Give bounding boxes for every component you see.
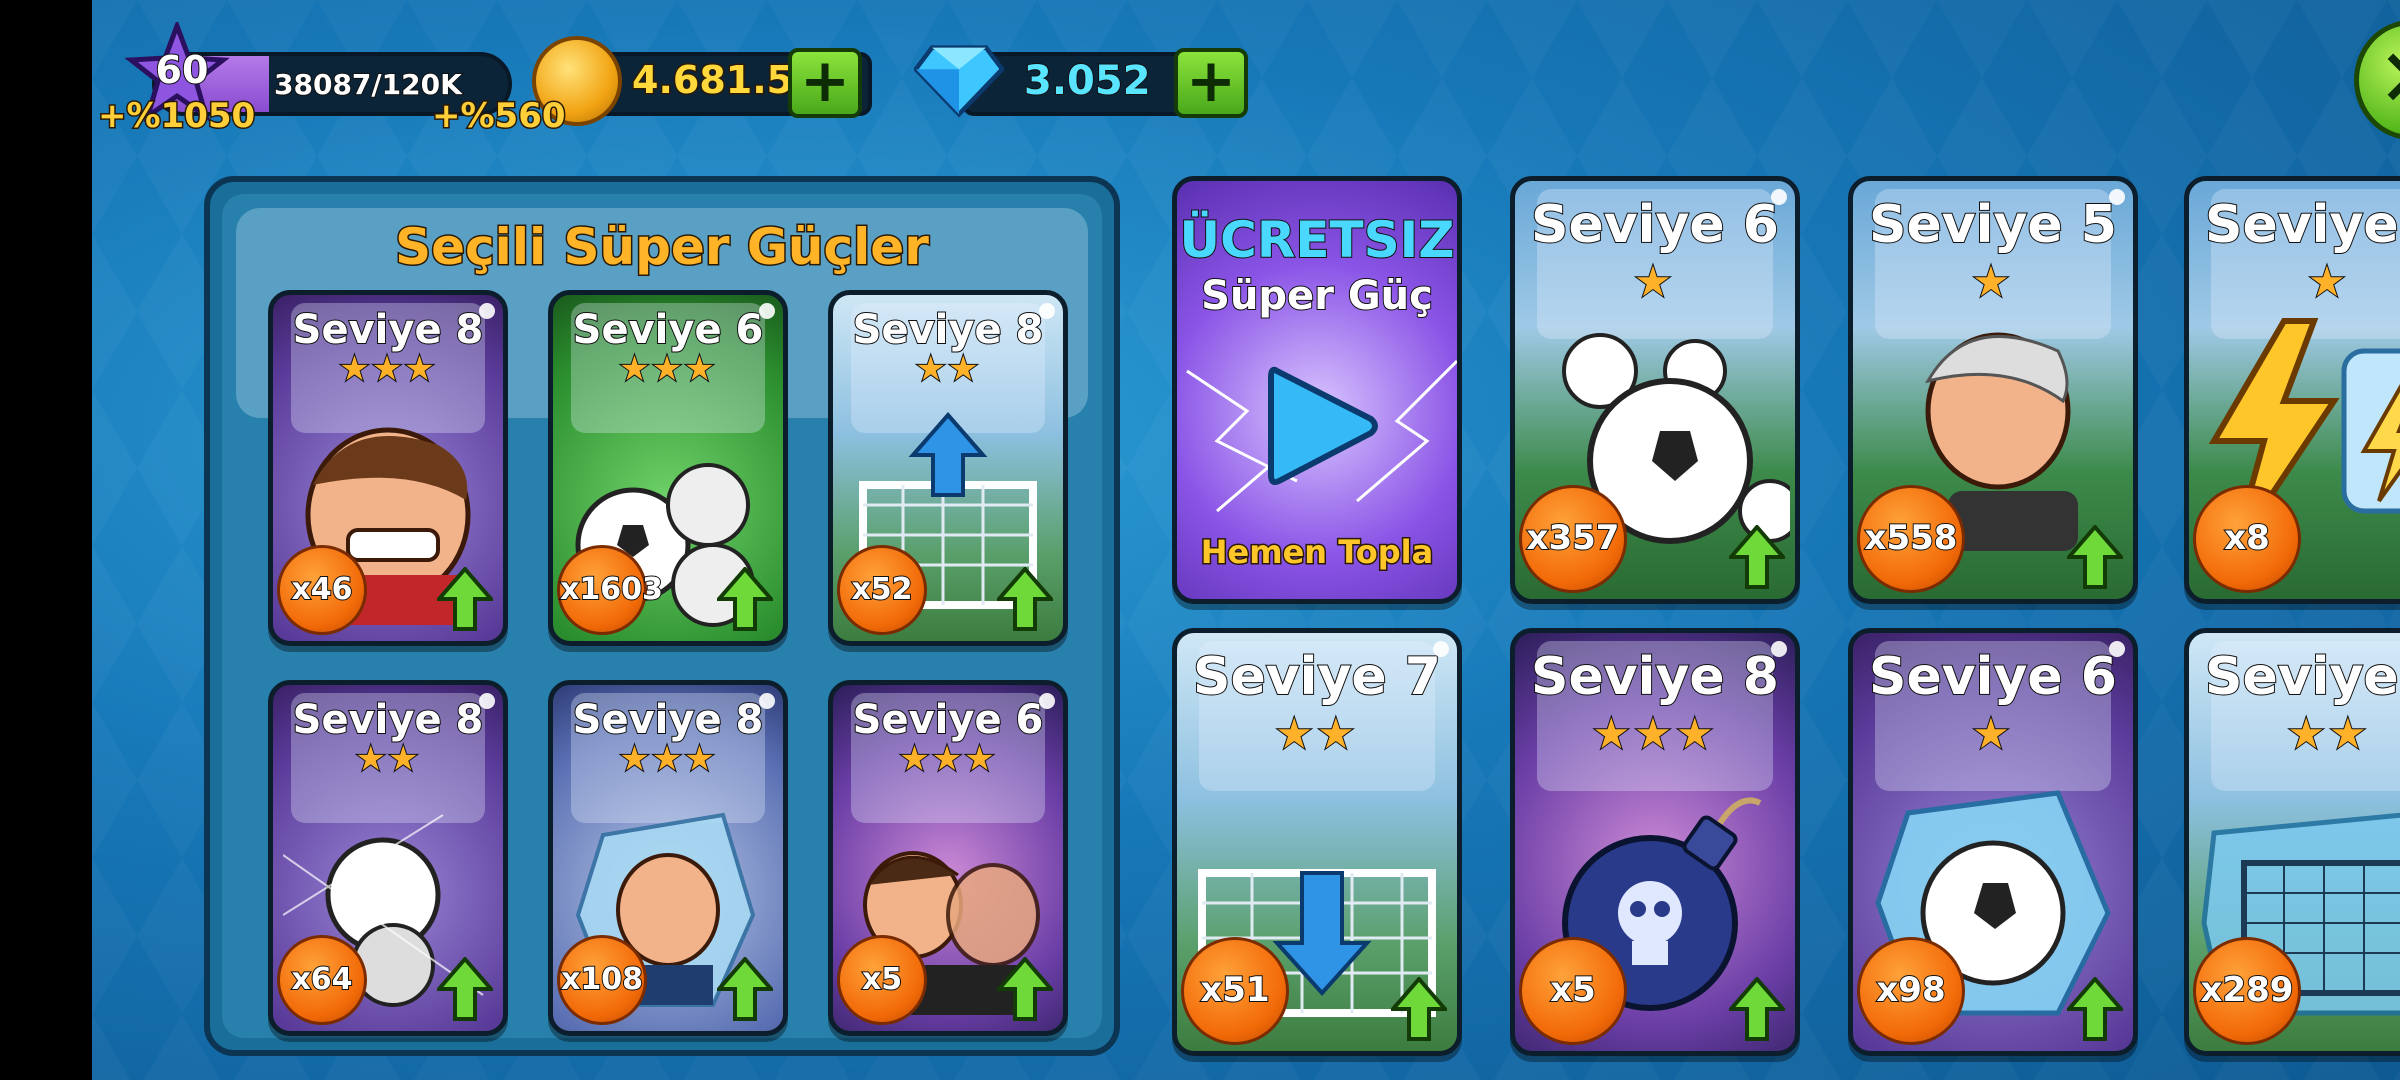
card-count: x98 (1857, 937, 1965, 1045)
power-card[interactable]: Seviye 8 ★ x8 (2184, 176, 2400, 604)
card-corner-dot (2109, 189, 2125, 205)
card-stars: ★★★ (618, 738, 717, 780)
selected-power-card[interactable]: Seviye 6 ★★★ x1603 (548, 290, 788, 646)
card-stars: ★★★ (1592, 708, 1718, 759)
card-count: x558 (1857, 485, 1965, 593)
upgrade-arrow-icon[interactable] (1729, 977, 1785, 1041)
upgrade-arrow-icon[interactable] (717, 957, 773, 1021)
card-stars: ★ (2307, 256, 2350, 307)
card-stars: ★★ (355, 738, 421, 780)
card-count: x357 (1519, 485, 1627, 593)
card-corner-dot (1771, 189, 1787, 205)
upgrade-arrow-icon[interactable] (997, 957, 1053, 1021)
upgrade-arrow-icon[interactable] (1391, 977, 1447, 1041)
free-title: ÜCRETSIZ (1179, 210, 1456, 270)
player-level: 60 (155, 47, 210, 93)
selected-power-card[interactable]: Seviye 8 ★★★ x46 (268, 290, 508, 646)
free-cta[interactable]: Hemen Topla (1177, 532, 1457, 573)
card-level: Seviye 7 (1192, 646, 1442, 708)
card-count: x1603 (557, 545, 664, 635)
card-level: Seviye 6 (1530, 194, 1780, 256)
buy-gems-button[interactable]: + (1174, 48, 1248, 118)
gem-amount: 3.052 (1023, 57, 1152, 105)
card-level: Seviye 8 (852, 306, 1045, 354)
free-subtitle: Süper Güç (1200, 272, 1434, 320)
selected-power-card[interactable]: Seviye 8 ★★★ x108 (548, 680, 788, 1036)
card-level: Seviye 5 (1868, 194, 2118, 256)
card-stars: ★★★ (338, 348, 437, 390)
panel-title: Seçili Süper Güçler (394, 217, 931, 278)
card-count: x46 (277, 545, 367, 635)
xp-bonus: +%1050 (96, 95, 256, 138)
card-corner-dot (2109, 641, 2125, 657)
play-video-icon[interactable] (1263, 361, 1381, 491)
card-level: Seviye 6 (1868, 646, 2118, 708)
card-corner-dot (479, 693, 495, 709)
upgrade-arrow-icon[interactable] (1729, 525, 1785, 589)
power-card[interactable]: Seviye 7 ★★ x51 (1172, 628, 1462, 1056)
card-corner-dot (759, 693, 775, 709)
card-count: x52 (837, 545, 927, 635)
selected-power-card[interactable]: Seviye 8 ★★ x64 (268, 680, 508, 1036)
card-level: Seviye 6 (852, 696, 1045, 744)
card-level: Seviye 8 (292, 696, 485, 744)
card-level: Seviye 5 (2204, 646, 2400, 708)
card-stars: ★★ (2286, 708, 2371, 759)
card-corner-dot (1039, 693, 1055, 709)
upgrade-arrow-icon[interactable] (2067, 977, 2123, 1041)
card-stars: ★★★ (898, 738, 997, 780)
card-level: Seviye 6 (572, 306, 765, 354)
free-power-card[interactable]: ÜCRETSIZ Süper Güç Hemen Topla (1172, 176, 1462, 604)
close-button[interactable]: ✕ (2354, 20, 2400, 140)
power-card[interactable]: Seviye 8 ★★★ x5 (1510, 628, 1800, 1056)
power-card[interactable]: Seviye 6 ★ x357 (1510, 176, 1800, 604)
card-stars: ★ (1971, 708, 2014, 759)
upgrade-arrow-icon[interactable] (2067, 525, 2123, 589)
card-level: Seviye 8 (572, 696, 765, 744)
top-hud: 38087/120K 60 +%1050 4.681.534 +%560 + 3… (92, 0, 2400, 150)
card-level: Seviye 8 (2204, 194, 2400, 256)
upgrade-arrow-icon[interactable] (437, 567, 493, 631)
card-count: x108 (557, 935, 647, 1025)
card-corner-dot (759, 303, 775, 319)
power-card[interactable]: Seviye 6 ★ x98 (1848, 628, 2138, 1056)
buy-coins-button[interactable]: + (788, 48, 862, 118)
card-corner-dot (479, 303, 495, 319)
card-count: x289 (2193, 937, 2301, 1045)
card-stars: ★★ (1274, 708, 1359, 759)
card-corner-dot (1039, 303, 1055, 319)
card-count: x5 (1519, 937, 1627, 1045)
power-card[interactable]: Seviye 5 ★ x558 (1848, 176, 2138, 604)
card-stars: ★★ (915, 348, 981, 390)
selected-powers-panel: Seçili Süper Güçler Seviye 8 ★★★ x46 Sev… (204, 176, 1120, 1056)
upgrade-arrow-icon[interactable] (437, 957, 493, 1021)
selected-power-card[interactable]: Seviye 8 ★★ x52 (828, 290, 1068, 646)
card-level: Seviye 8 (292, 306, 485, 354)
diamond-icon (914, 45, 1004, 118)
power-card[interactable]: Seviye 5 ★★ x289 (2184, 628, 2400, 1056)
card-corner-dot (1433, 641, 1449, 657)
coin-bonus: +%560 (431, 95, 568, 138)
card-stars: ★ (1971, 256, 2014, 307)
card-count: x8 (2193, 485, 2301, 593)
selected-power-card[interactable]: Seviye 6 ★★★ x5 (828, 680, 1068, 1036)
card-count: x51 (1181, 937, 1289, 1045)
card-stars: ★ (1633, 256, 1676, 307)
card-corner-dot (1771, 641, 1787, 657)
card-count: x5 (837, 935, 927, 1025)
upgrade-arrow-icon[interactable] (997, 567, 1053, 631)
card-count: x64 (277, 935, 367, 1025)
upgrade-arrow-icon[interactable] (717, 567, 773, 631)
game-screen: 38087/120K 60 +%1050 4.681.534 +%560 + 3… (92, 0, 2400, 1080)
card-stars: ★★★ (618, 348, 717, 390)
card-level: Seviye 8 (1530, 646, 1780, 708)
